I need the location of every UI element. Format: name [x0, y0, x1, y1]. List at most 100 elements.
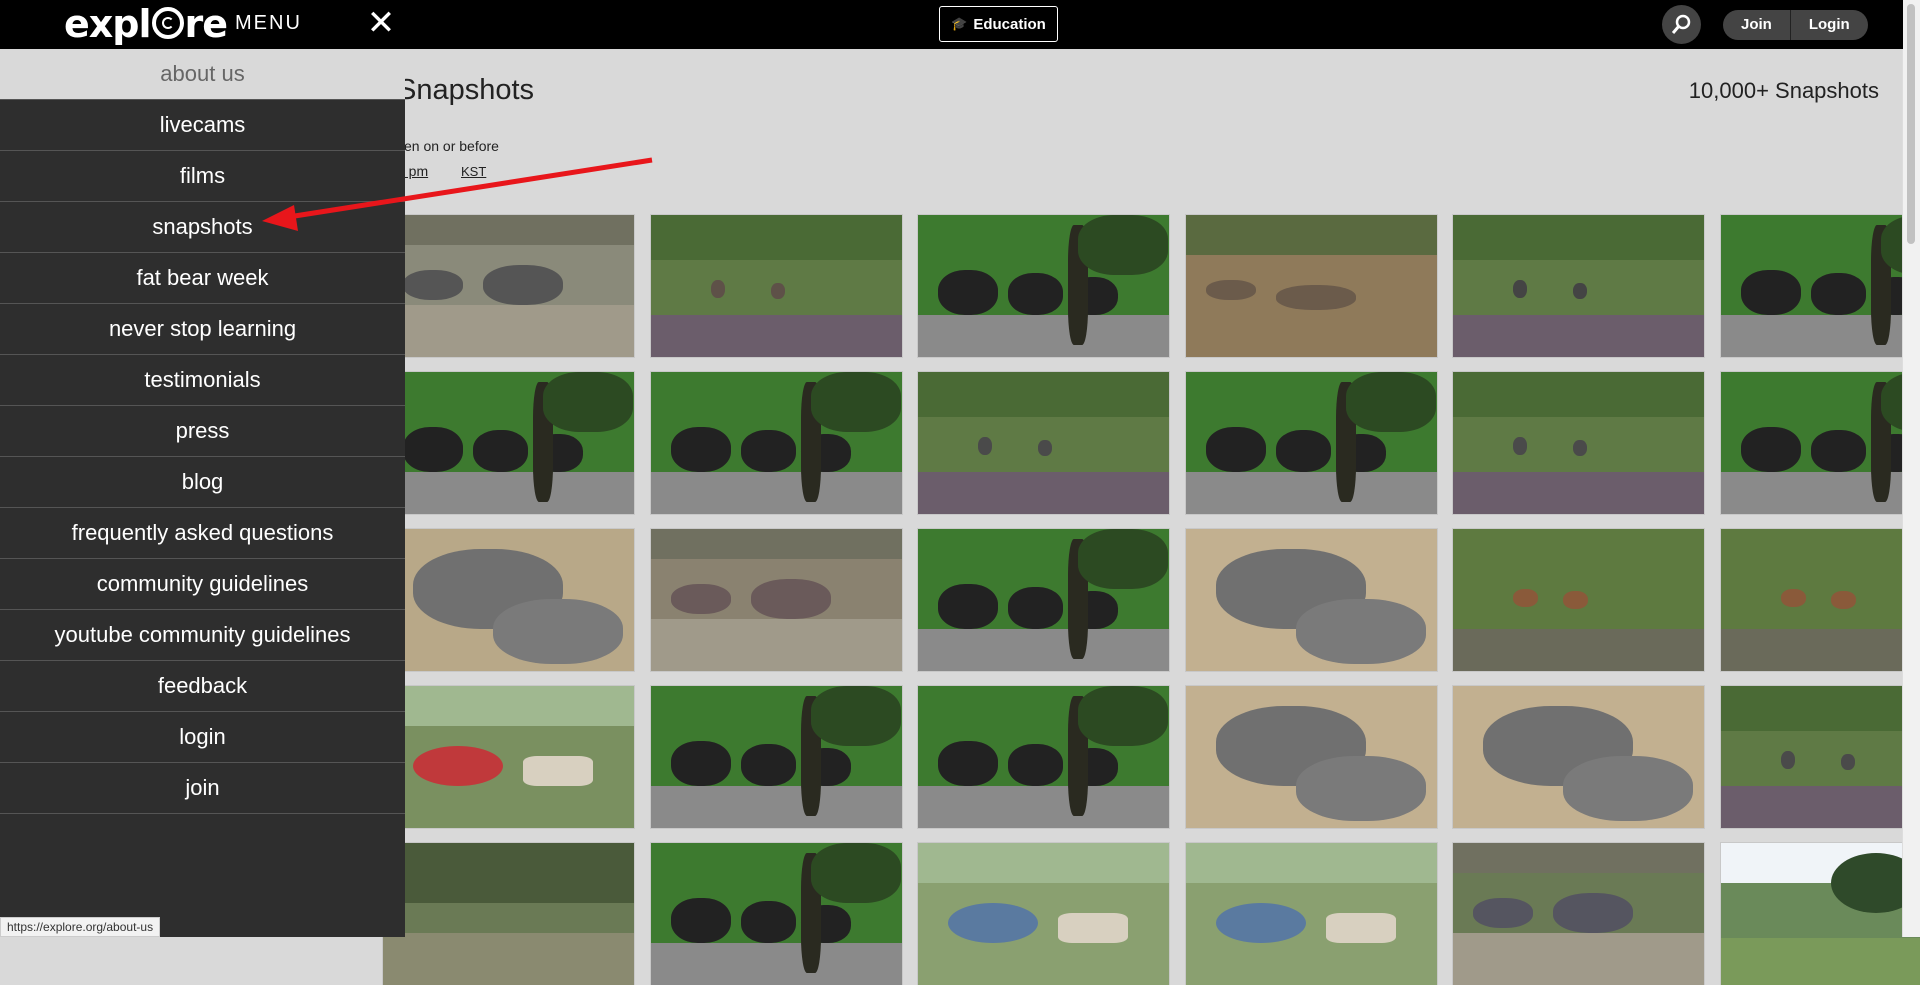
menu-item-join[interactable]: join: [0, 763, 405, 814]
close-menu-button[interactable]: ✕: [366, 6, 396, 40]
page-scrollbar[interactable]: [1902, 0, 1920, 937]
scrollbar-thumb[interactable]: [1907, 4, 1915, 244]
thumbnail-shape: [671, 427, 731, 472]
thumbnail-shape: [483, 265, 563, 305]
logo-text: expl: [64, 2, 151, 46]
snapshot-thumbnail[interactable]: [651, 686, 902, 828]
thumbnail-shape: [1741, 427, 1801, 472]
thumbnail-shape: [811, 686, 901, 746]
thumbnail-shape: [1781, 751, 1795, 769]
education-button[interactable]: 🎓 Education: [939, 6, 1058, 42]
thumbnail-shape: [383, 215, 634, 245]
filter-timezone-link[interactable]: KST: [461, 164, 486, 179]
page-title: Snapshots: [397, 74, 534, 107]
menu-item-snapshots[interactable]: snapshots: [0, 202, 405, 253]
snapshot-thumbnail[interactable]: [383, 372, 634, 514]
menu-item-never-stop-learning[interactable]: never stop learning: [0, 304, 405, 355]
thumbnail-shape: [1721, 786, 1920, 828]
login-button[interactable]: Login: [1791, 10, 1868, 40]
thumbnail-shape: [1781, 589, 1806, 607]
thumbnail-shape: [671, 584, 731, 614]
thumbnail-shape: [1186, 843, 1437, 883]
thumbnail-shape: [978, 437, 992, 455]
thumbnail-shape: [413, 746, 503, 786]
search-icon: [1672, 14, 1692, 34]
thumbnail-shape: [1206, 280, 1256, 300]
snapshot-thumbnail[interactable]: [1186, 215, 1437, 357]
thumbnail-shape: [1326, 913, 1396, 943]
thumbnail-shape: [771, 283, 785, 299]
thumbnail-shape: [711, 280, 725, 298]
thumbnail-shape: [1453, 315, 1704, 357]
menu-item-testimonials[interactable]: testimonials: [0, 355, 405, 406]
snapshot-thumbnail[interactable]: [651, 843, 902, 985]
thumbnail-shape: [1453, 629, 1704, 671]
snapshot-thumbnail[interactable]: [918, 372, 1169, 514]
menu-label[interactable]: MENU: [235, 12, 302, 35]
thumbnail-shape: [651, 786, 902, 828]
snapshot-thumbnail[interactable]: [651, 215, 902, 357]
snapshot-thumbnail[interactable]: [1721, 843, 1920, 985]
snapshot-thumbnail[interactable]: [1453, 372, 1704, 514]
snapshot-thumbnail[interactable]: [1721, 686, 1920, 828]
snapshot-thumbnail[interactable]: [1721, 215, 1920, 357]
snapshot-thumbnail[interactable]: [1721, 372, 1920, 514]
thumbnail-shape: [1831, 591, 1856, 609]
logo-o-icon: [152, 7, 184, 39]
menu-item-press[interactable]: press: [0, 406, 405, 457]
snapshot-thumbnail[interactable]: [651, 372, 902, 514]
side-menu: about uslivecamsfilmssnapshotsfat bear w…: [0, 49, 405, 937]
snapshot-thumbnail[interactable]: [1186, 529, 1437, 671]
snapshot-thumbnail[interactable]: [383, 686, 634, 828]
thumbnail-shape: [918, 843, 1169, 883]
snapshot-thumbnail[interactable]: [1721, 529, 1920, 671]
menu-item-feedback[interactable]: feedback: [0, 661, 405, 712]
snapshot-thumbnail[interactable]: [1186, 843, 1437, 985]
thumbnail-shape: [1513, 589, 1538, 607]
snapshot-thumbnail[interactable]: [1453, 215, 1704, 357]
snapshot-thumbnail[interactable]: [1453, 529, 1704, 671]
snapshot-thumbnail[interactable]: [918, 529, 1169, 671]
thumbnail-shape: [751, 579, 831, 619]
thumbnail-shape: [403, 270, 463, 300]
thumbnail-shape: [671, 741, 731, 786]
snapshot-count: 10,000+ Snapshots: [1689, 78, 1879, 104]
status-bar-url: https://explore.org/about-us: [0, 917, 160, 937]
thumbnail-shape: [383, 843, 634, 903]
explore-logo[interactable]: explre: [64, 2, 227, 46]
snapshot-thumbnail[interactable]: [918, 843, 1169, 985]
menu-item-blog[interactable]: blog: [0, 457, 405, 508]
menu-item-films[interactable]: films: [0, 151, 405, 202]
thumbnail-shape: [651, 529, 902, 559]
search-button[interactable]: [1662, 5, 1701, 44]
thumbnail-shape: [651, 315, 902, 357]
menu-item-frequently-asked-questions[interactable]: frequently asked questions: [0, 508, 405, 559]
join-button[interactable]: Join: [1723, 10, 1790, 40]
thumbnail-shape: [1296, 599, 1426, 664]
snapshot-thumbnail[interactable]: [383, 529, 634, 671]
menu-item-about-us[interactable]: about us: [0, 49, 405, 100]
snapshot-thumbnail[interactable]: [1186, 686, 1437, 828]
filter-text: ken on or before: [397, 138, 499, 154]
menu-item-livecams[interactable]: livecams: [0, 100, 405, 151]
snapshot-thumbnail[interactable]: [1453, 843, 1704, 985]
snapshot-thumbnail[interactable]: [1186, 372, 1437, 514]
thumbnail-shape: [1276, 285, 1356, 310]
thumbnail-shape: [918, 629, 1169, 671]
menu-item-fat-bear-week[interactable]: fat bear week: [0, 253, 405, 304]
thumbnail-shape: [651, 619, 902, 671]
menu-item-community-guidelines[interactable]: community guidelines: [0, 559, 405, 610]
menu-item-youtube-community-guidelines[interactable]: youtube community guidelines: [0, 610, 405, 661]
snapshot-thumbnail[interactable]: [651, 529, 902, 671]
menu-item-login[interactable]: login: [0, 712, 405, 763]
snapshot-thumbnail[interactable]: [918, 686, 1169, 828]
snapshot-thumbnail[interactable]: [1453, 686, 1704, 828]
thumbnail-shape: [493, 599, 623, 664]
snapshot-thumbnail[interactable]: [383, 215, 634, 357]
snapshot-thumbnail[interactable]: [918, 215, 1169, 357]
thumbnail-shape: [1058, 913, 1128, 943]
snapshot-thumbnail[interactable]: [383, 843, 634, 985]
thumbnail-shape: [671, 898, 731, 943]
thumbnail-shape: [741, 430, 796, 472]
thumbnail-shape: [1811, 273, 1866, 315]
